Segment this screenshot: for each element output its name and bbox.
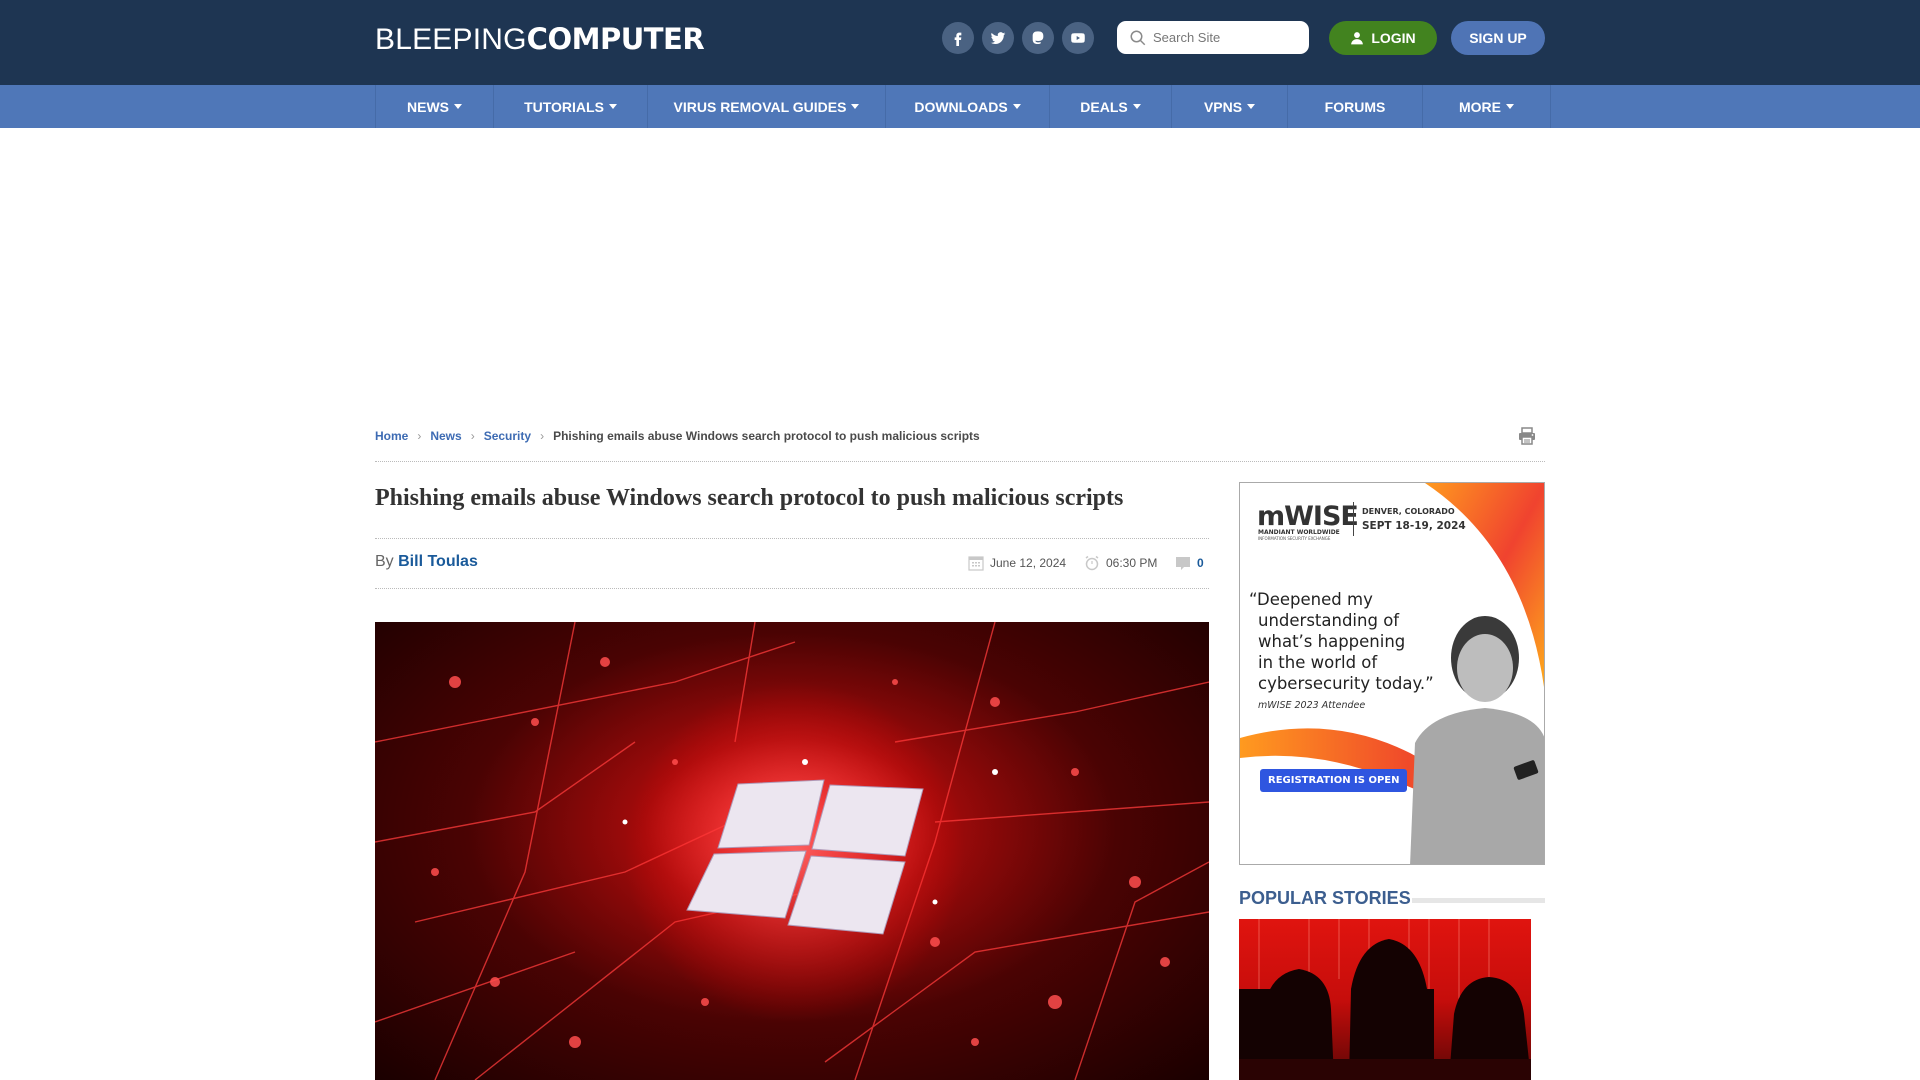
youtube-link[interactable] — [1062, 22, 1094, 54]
sidebar-ad-mwise[interactable]: mWISE MANDIANT WORLDWIDE INFORMATION SEC… — [1239, 482, 1545, 865]
mastodon-icon — [1032, 31, 1044, 44]
ad-cta-button[interactable]: REGISTRATION IS OPEN — [1260, 769, 1408, 792]
by-label: By — [375, 553, 394, 570]
nav-item-more[interactable]: MORE — [1423, 85, 1551, 128]
article-title: Phishing emails abuse Windows search pro… — [375, 485, 1124, 511]
title-divider — [375, 538, 1209, 539]
caret-down-icon — [454, 104, 462, 109]
signup-button[interactable]: SIGN UP — [1451, 21, 1545, 55]
nav-label: TUTORIALS — [524, 98, 604, 115]
ad-brand-sub1: MANDIANT WORLDWIDE — [1258, 529, 1340, 536]
caret-down-icon — [851, 104, 860, 109]
article-date: June 12, 2024 — [968, 555, 1066, 571]
chevron-right-icon: › — [470, 429, 475, 443]
facebook-icon — [954, 32, 962, 46]
ad-quote: “Deepened my understanding of what’s hap… — [1249, 589, 1434, 694]
twitter-link[interactable] — [982, 22, 1014, 54]
nav-item-downloads[interactable]: DOWNLOADS — [886, 85, 1050, 128]
site-logo[interactable]: BLEEPINGCOMPUTER — [375, 22, 705, 57]
clock-icon — [1085, 555, 1099, 571]
nav-label: DOWNLOADS — [914, 98, 1008, 115]
windows-circuit-illustration — [375, 622, 1209, 1080]
login-button[interactable]: LOGIN — [1329, 21, 1437, 55]
ad-dates: SEPT 18-19, 2024 — [1362, 520, 1466, 532]
main-nav: NEWS TUTORIALS VIRUS REMOVAL GUIDES DOWN… — [0, 85, 1920, 128]
nav-label: DEALS — [1080, 98, 1128, 115]
author-link[interactable]: Bill Toulas — [398, 553, 478, 570]
ad-quote-line: cybersecurity today.” — [1258, 674, 1434, 693]
breadcrumb-divider — [375, 461, 1545, 462]
ad-quote-line: “Deepened my — [1249, 590, 1373, 609]
popular-stories-rule — [1412, 898, 1545, 903]
chevron-right-icon: › — [417, 429, 422, 443]
search-input[interactable] — [1153, 30, 1303, 45]
user-icon — [1351, 32, 1364, 45]
ad-divider — [1353, 502, 1354, 536]
caret-down-icon — [1247, 104, 1256, 109]
date-text: June 12, 2024 — [990, 556, 1067, 570]
nav-item-deals[interactable]: DEALS — [1050, 85, 1172, 128]
nav-label: FORUMS — [1324, 98, 1386, 115]
time-text: 06:30 PM — [1106, 556, 1158, 570]
article-comments[interactable]: 0 — [1175, 555, 1204, 571]
nav-label: VIRUS REMOVAL GUIDES — [673, 98, 847, 115]
login-label: LOGIN — [1371, 30, 1416, 46]
nav-items: NEWS TUTORIALS VIRUS REMOVAL GUIDES DOWN… — [375, 85, 1551, 128]
article-time: 06:30 PM — [1084, 555, 1157, 571]
ad-location: DENVER, COLORADO — [1362, 507, 1455, 516]
nav-item-forums[interactable]: FORUMS — [1288, 85, 1423, 128]
nav-item-virus-removal-guides[interactable]: VIRUS REMOVAL GUIDES — [648, 85, 886, 128]
popular-story-image[interactable] — [1239, 919, 1531, 1080]
ad-brand: mWISE — [1257, 501, 1359, 532]
nav-item-tutorials[interactable]: TUTORIALS — [494, 85, 648, 128]
breadcrumb-home[interactable]: Home — [375, 429, 408, 443]
caret-down-icon — [1012, 104, 1021, 109]
calendar-icon — [968, 556, 984, 571]
facebook-link[interactable] — [942, 22, 974, 54]
byline: By Bill Toulas — [375, 553, 478, 571]
article-hero-image — [375, 622, 1209, 1080]
caret-down-icon — [1506, 104, 1514, 109]
mastodon-link[interactable] — [1022, 22, 1054, 54]
breadcrumb-current: Phishing emails abuse Windows search pro… — [553, 429, 980, 443]
byline-divider — [375, 588, 1209, 589]
nav-item-vpns[interactable]: VPNS — [1172, 85, 1288, 128]
ad-quote-line: in the world of — [1258, 653, 1378, 672]
nav-label: NEWS — [407, 98, 449, 115]
search-icon — [1130, 30, 1146, 45]
nav-label: VPNS — [1203, 98, 1243, 115]
chevron-right-icon: › — [540, 429, 545, 443]
search-box — [1117, 21, 1309, 54]
popular-stories-heading: POPULAR STORIES — [1239, 888, 1411, 908]
caret-down-icon — [1132, 104, 1141, 109]
youtube-icon — [1071, 33, 1085, 43]
social-links — [942, 22, 1094, 54]
caret-down-icon — [608, 104, 617, 109]
breadcrumb-security[interactable]: Security — [484, 429, 531, 443]
ad-brand-sub2: INFORMATION SECURITY EXCHANGE — [1258, 536, 1331, 541]
ad-quote-line: what’s happening — [1258, 632, 1406, 651]
comment-count[interactable]: 0 — [1197, 556, 1204, 570]
breadcrumb-news[interactable]: News — [430, 429, 461, 443]
breadcrumb: Home › News › Security › Phishing emails… — [375, 429, 980, 443]
hooded-hackers-illustration — [1239, 919, 1531, 1080]
ad-attribution: mWISE 2023 Attendee — [1258, 700, 1366, 711]
print-icon[interactable] — [1517, 426, 1537, 446]
ad-quote-line: understanding of — [1258, 611, 1400, 630]
comment-icon — [1176, 557, 1190, 570]
logo-bold-text: COMPUTER — [526, 22, 705, 56]
nav-label: MORE — [1459, 98, 1501, 115]
logo-thin-text: BLEEPING — [375, 23, 527, 56]
twitter-icon — [990, 32, 1006, 45]
nav-item-news[interactable]: NEWS — [376, 85, 494, 128]
site-header: BLEEPINGCOMPUTER LOGIN SIGN UP — [0, 0, 1920, 85]
signup-label: SIGN UP — [1469, 30, 1527, 46]
